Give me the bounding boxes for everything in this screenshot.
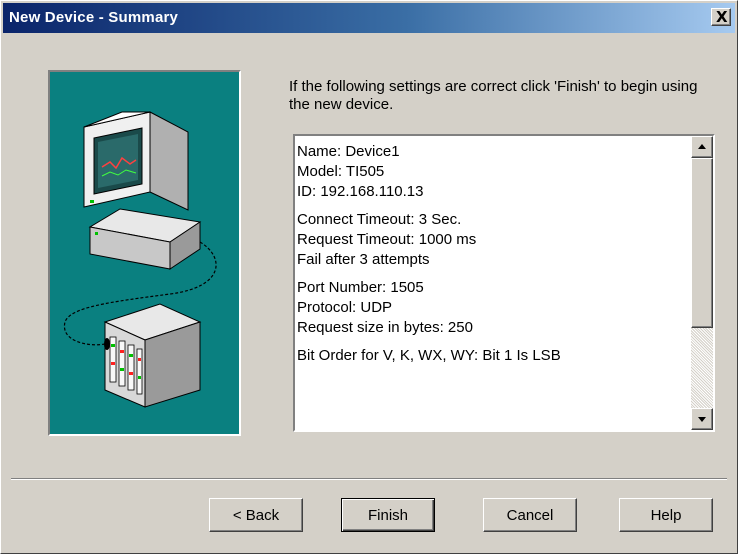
chevron-down-icon bbox=[698, 417, 706, 422]
summary-line: Fail after 3 attempts bbox=[297, 251, 430, 268]
summary-line: Bit Order for V, K, WX, WY: Bit 1 Is LSB bbox=[297, 347, 561, 364]
close-icon: X bbox=[716, 8, 728, 26]
summary-listbox[interactable]: Name: Device1 Model: TI505 ID: 192.168.110… bbox=[293, 134, 715, 432]
back-button[interactable]: < Back bbox=[209, 498, 303, 532]
new-device-summary-dialog: New Device - Summary X If the following … bbox=[0, 0, 738, 554]
button-separator bbox=[11, 478, 727, 480]
instructions-text: If the following settings are correct cl… bbox=[289, 78, 698, 113]
vertical-scrollbar[interactable] bbox=[691, 136, 713, 430]
scrollbar-thumb[interactable] bbox=[691, 158, 713, 328]
computer-and-device-icon bbox=[63, 111, 217, 408]
device-illustration bbox=[48, 70, 241, 436]
summary-line: Protocol: UDP bbox=[297, 299, 393, 316]
chevron-up-icon bbox=[698, 144, 706, 149]
summary-line: Port Number: 1505 bbox=[297, 279, 424, 296]
summary-line: Connect Timeout: 3 Sec. bbox=[297, 211, 462, 228]
finish-button[interactable]: Finish bbox=[341, 498, 435, 532]
help-button[interactable]: Help bbox=[619, 498, 713, 532]
summary-content: Name: Device1 Model: TI505 ID: 192.168.110… bbox=[297, 142, 689, 428]
scroll-up-button[interactable] bbox=[691, 136, 713, 158]
summary-spacer bbox=[297, 202, 689, 210]
summary-line: Request Timeout: 1000 ms bbox=[297, 231, 477, 248]
cancel-button[interactable]: Cancel bbox=[483, 498, 577, 532]
summary-line: Model: TI505 bbox=[297, 163, 385, 180]
title-bar[interactable]: New Device - Summary X bbox=[3, 3, 735, 33]
summary-line: Request size in bytes: 250 bbox=[297, 319, 473, 336]
dialog-title: New Device - Summary bbox=[9, 9, 179, 26]
summary-spacer bbox=[297, 270, 689, 278]
summary-line: Name: Device1 bbox=[297, 143, 400, 160]
summary-spacer bbox=[297, 338, 689, 346]
scroll-down-button[interactable] bbox=[691, 408, 713, 430]
close-button[interactable]: X bbox=[711, 8, 731, 26]
summary-line: ID: 192.168.110.13 bbox=[297, 183, 424, 200]
